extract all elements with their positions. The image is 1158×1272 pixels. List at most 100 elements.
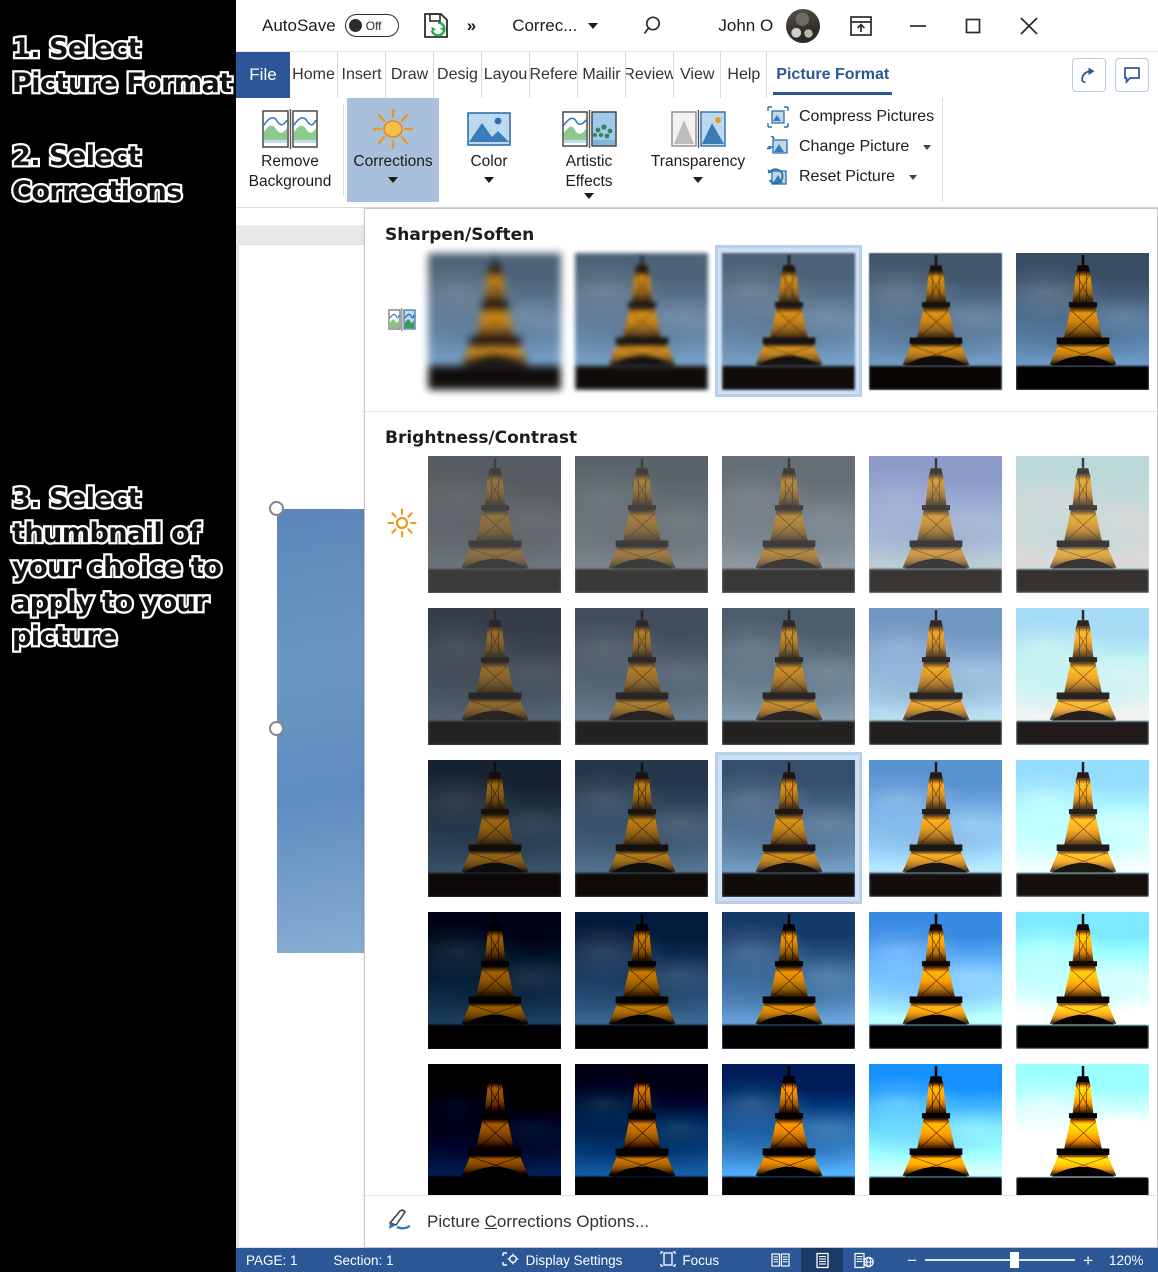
search-icon[interactable] [642, 14, 666, 38]
gallery-thumbnail[interactable] [568, 600, 715, 752]
ribbon-group-remove-background[interactable]: Remove Background [240, 98, 340, 202]
status-section[interactable]: Section: 1 [334, 1253, 394, 1268]
gallery-thumbnail[interactable] [1009, 752, 1156, 904]
gallery-thumbnail[interactable] [715, 600, 862, 752]
tab-picture-format[interactable]: Picture Format [767, 52, 898, 98]
gallery-thumbnail[interactable] [421, 448, 568, 600]
zoom-slider-thumb[interactable] [1009, 1252, 1019, 1268]
minimize-icon[interactable] [907, 15, 929, 37]
thumbnail-foreground [1016, 366, 1149, 390]
avatar[interactable] [786, 8, 821, 43]
thumbnail-foreground [1016, 873, 1149, 897]
gallery-thumbnail-selected[interactable] [715, 752, 862, 904]
zoom-slider-track[interactable] [925, 1252, 1076, 1268]
caret-down-icon[interactable] [388, 176, 398, 183]
minus-icon[interactable]: − [907, 1252, 917, 1269]
ribbon-group-corrections[interactable]: Corrections [347, 98, 439, 202]
gallery-thumbnail[interactable] [1009, 245, 1156, 397]
tab-insert[interactable]: Insert [338, 52, 386, 98]
caret-down-icon[interactable] [909, 174, 918, 180]
thumbnail-image [575, 1063, 708, 1201]
thumbnail-foreground [575, 1025, 708, 1049]
resize-handle-top-left[interactable] [269, 501, 284, 516]
caret-down-icon[interactable] [484, 176, 494, 183]
gallery-thumbnail[interactable] [568, 1056, 715, 1208]
thumbnail-image [1016, 759, 1149, 897]
gallery-thumbnail[interactable] [862, 1056, 1009, 1208]
print-layout-icon[interactable] [801, 1248, 844, 1272]
command-change-picture[interactable]: Change Picture [767, 136, 934, 158]
autosave-switch[interactable]: Off [344, 14, 399, 37]
status-focus[interactable]: Focus [660, 1250, 719, 1270]
gallery-thumbnail[interactable] [715, 1056, 862, 1208]
gallery-thumbnail[interactable] [421, 600, 568, 752]
picture-corrections-options-button[interactable]: Picture Corrections Options... [365, 1195, 1157, 1247]
ribbon-group-artistic-effects[interactable]: Artistic Effects [539, 98, 639, 202]
gallery-thumbnail[interactable] [862, 752, 1009, 904]
command-compress-pictures[interactable]: Compress Pictures [767, 106, 934, 128]
tab-review[interactable]: Review [626, 52, 674, 98]
tab-label: Refere [530, 66, 578, 83]
zoom-level-label[interactable]: 120% [1109, 1253, 1144, 1268]
caret-down-icon[interactable] [584, 193, 594, 200]
tab-refere[interactable]: Refere [530, 52, 578, 98]
thumbnail-image [428, 607, 561, 745]
close-icon[interactable] [1017, 14, 1041, 38]
tab-file[interactable]: File [236, 52, 290, 98]
gallery-thumbnail[interactable] [568, 245, 715, 397]
thumbnail-image [575, 607, 708, 745]
caret-down-icon[interactable] [693, 176, 703, 183]
save-sync-icon[interactable] [421, 11, 451, 41]
gallery-thumbnail[interactable] [862, 448, 1009, 600]
gallery-thumbnail[interactable] [568, 752, 715, 904]
gallery-thumbnail-selected[interactable] [715, 245, 862, 397]
gallery-thumbnail[interactable] [421, 904, 568, 1056]
thumbnail-foreground [722, 873, 855, 897]
gallery-thumbnail[interactable] [715, 448, 862, 600]
chevron-double-right-icon[interactable]: » [467, 16, 477, 36]
tab-label: Picture Format [776, 66, 890, 83]
tab-draw[interactable]: Draw [386, 52, 434, 98]
user-name[interactable]: John O [718, 16, 773, 36]
zoom-slider-group[interactable]: − + [907, 1252, 1093, 1269]
tab-help[interactable]: Help [721, 52, 768, 98]
remove-background-icon [261, 106, 319, 152]
gallery-thumbnail[interactable] [421, 1056, 568, 1208]
gallery-thumbnail[interactable] [568, 904, 715, 1056]
document-title-dropdown[interactable]: Correc... [512, 16, 599, 36]
read-mode-icon[interactable] [759, 1248, 801, 1272]
gallery-thumbnail[interactable] [421, 245, 568, 397]
gallery-thumbnail[interactable] [862, 600, 1009, 752]
tab-desig[interactable]: Desig [434, 52, 482, 98]
gallery-thumbnail[interactable] [1009, 1056, 1156, 1208]
command-reset-picture[interactable]: Reset Picture [767, 166, 934, 188]
gallery-thumbnail[interactable] [1009, 600, 1156, 752]
caret-down-icon[interactable] [923, 144, 932, 150]
comment-icon[interactable] [1115, 58, 1149, 92]
ribbon-display-options-icon[interactable] [848, 13, 874, 39]
gallery-thumbnail[interactable] [862, 245, 1009, 397]
share-icon[interactable] [1072, 58, 1106, 92]
gallery-thumbnail[interactable] [715, 904, 862, 1056]
autosave-toggle-group[interactable]: AutoSave Off [262, 14, 399, 37]
tab-mailir[interactable]: Mailir [578, 52, 626, 98]
thumbnail-foreground [1016, 569, 1149, 593]
tab-home[interactable]: Home [290, 52, 338, 98]
gallery-thumbnail[interactable] [862, 904, 1009, 1056]
gallery-thumbnail[interactable] [1009, 904, 1156, 1056]
plus-icon[interactable]: + [1083, 1252, 1093, 1269]
gallery-thumbnail[interactable] [1009, 448, 1156, 600]
resize-handle-middle-left[interactable] [269, 721, 284, 736]
maximize-icon[interactable] [962, 15, 984, 37]
thumbnail-foreground [722, 1025, 855, 1049]
tab-view[interactable]: View [674, 52, 722, 98]
status-display-settings[interactable]: Display Settings [501, 1251, 622, 1270]
gallery-thumbnail[interactable] [421, 752, 568, 904]
tab-layou[interactable]: Layou [482, 52, 530, 98]
gallery-thumbnail[interactable] [568, 448, 715, 600]
ribbon-group-transparency[interactable]: Transparency [639, 98, 757, 202]
gallery-section-title-brightness-contrast: Brightness/Contrast [385, 428, 578, 448]
status-page[interactable]: PAGE: 1 [246, 1253, 298, 1268]
web-layout-icon[interactable] [843, 1248, 885, 1272]
ribbon-group-color[interactable]: Color [439, 98, 539, 202]
